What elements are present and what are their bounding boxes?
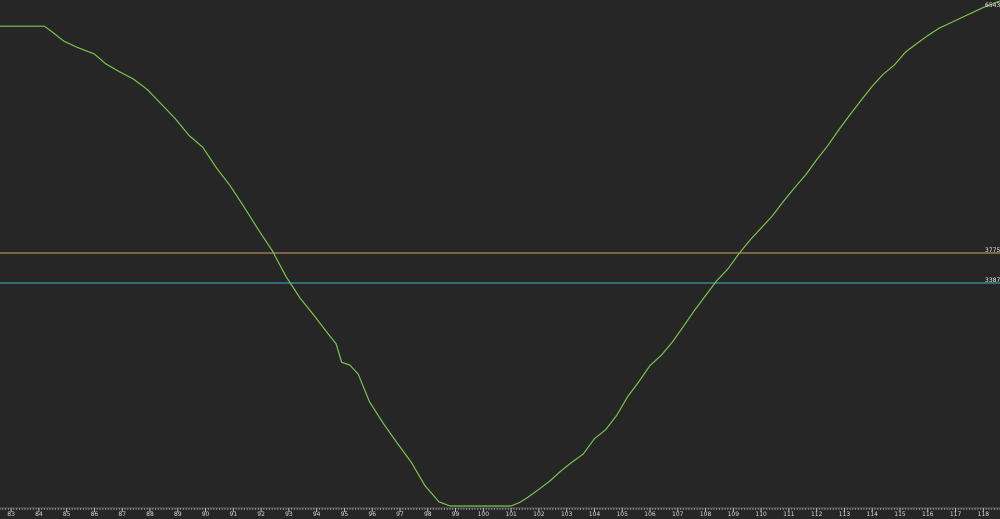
- x-tick-label-94: 94: [313, 511, 321, 518]
- x-tick-label-103: 103: [561, 511, 573, 518]
- x-tick-label-105: 105: [616, 511, 628, 518]
- x-tick-label-91: 91: [230, 511, 238, 518]
- x-tick-label-92: 92: [257, 511, 265, 518]
- x-tick-label-97: 97: [396, 511, 404, 518]
- x-tick-label-114: 114: [866, 511, 878, 518]
- x-tick-label-101: 101: [505, 511, 517, 518]
- x-tick-label-84: 84: [35, 511, 43, 518]
- line-chart: 83 84 85 86 87 88 89 90 91 92 93 94 95 96 97 98 99 100 101…: [0, 0, 1000, 519]
- x-tick-label-111: 111: [783, 511, 795, 518]
- x-tick-label-100: 100: [478, 511, 490, 518]
- x-tick-label-107: 107: [672, 511, 684, 518]
- x-tick-label-117: 117: [950, 511, 962, 518]
- x-tick-label-99: 99: [452, 511, 460, 518]
- x-tick-label-86: 86: [91, 511, 99, 518]
- x-tick-label-118: 118: [978, 511, 990, 518]
- x-tick-label-93: 93: [285, 511, 293, 518]
- x-tick-label-109: 109: [728, 511, 740, 518]
- reference-label-37752: 37752: [985, 247, 1000, 254]
- x-tick-label-89: 89: [174, 511, 182, 518]
- x-tick-label-98: 98: [424, 511, 432, 518]
- x-tick-label-90: 90: [202, 511, 210, 518]
- max-value-label: 65439: [985, 2, 1000, 9]
- x-tick-label-112: 112: [811, 511, 823, 518]
- x-tick-label-108: 108: [700, 511, 712, 518]
- x-tick-label-110: 110: [755, 511, 767, 518]
- x-tick-label-102: 102: [533, 511, 545, 518]
- plot-background: [0, 0, 1000, 519]
- x-tick-label-113: 113: [839, 511, 851, 518]
- x-tick-label-85: 85: [63, 511, 71, 518]
- x-tick-label-88: 88: [146, 511, 154, 518]
- x-tick-label-106: 106: [644, 511, 656, 518]
- reference-label-33879: 33879: [985, 277, 1000, 284]
- x-tick-label-95: 95: [341, 511, 349, 518]
- x-tick-label-96: 96: [368, 511, 376, 518]
- x-tick-label-83: 83: [7, 511, 15, 518]
- x-tick-label-115: 115: [894, 511, 906, 518]
- x-tick-label-116: 116: [922, 511, 934, 518]
- x-tick-label-104: 104: [589, 511, 601, 518]
- x-tick-label-87: 87: [118, 511, 126, 518]
